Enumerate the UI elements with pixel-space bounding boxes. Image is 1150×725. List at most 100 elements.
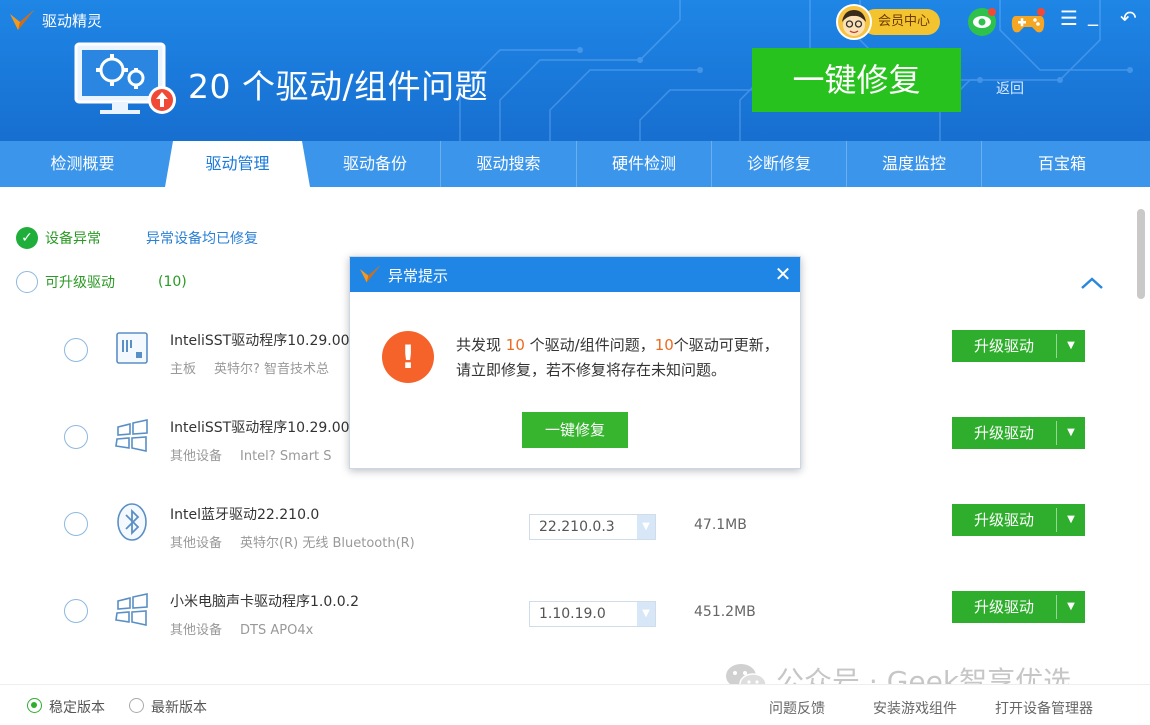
problem-count-headline: 20 个驱动/组件问题: [188, 67, 489, 106]
driver-size: 451.2MB: [694, 604, 756, 620]
upgrade-label: 升级驱动: [973, 598, 1034, 616]
stable-version-radio[interactable]: [27, 698, 42, 713]
driver-select-radio[interactable]: [64, 425, 88, 449]
logo-icon: [360, 265, 380, 283]
tab-temperature[interactable]: 温度监控: [847, 141, 981, 187]
dialog-header: 异常提示 ✕: [350, 257, 800, 292]
driver-select-radio[interactable]: [64, 512, 88, 536]
scrollbar-thumb[interactable]: [1137, 209, 1145, 299]
driver-name: InteliSST驱动程序10.29.00: [170, 420, 350, 436]
restore-icon[interactable]: ↶: [1120, 6, 1137, 30]
device-abnormal-label: 设备异常: [45, 231, 101, 247]
feedback-link[interactable]: 问题反馈: [769, 698, 825, 718]
version-value: 22.210.0.3: [539, 519, 615, 535]
warning-icon: !: [382, 331, 434, 383]
upgradable-count: (10): [158, 274, 187, 290]
vip-center-label: 会员中心: [862, 9, 941, 35]
check-icon: ✓: [16, 227, 38, 249]
msg-text: 共发现: [456, 336, 506, 354]
driver-vendor: 英特尔? 智音技术总: [214, 362, 330, 377]
driver-row: Intel蓝牙驱动22.210.0 其他设备 英特尔(R) 无线 Bluetoot…: [0, 490, 1120, 560]
avatar: [836, 4, 872, 40]
driver-vendor: Intel? Smart S: [240, 449, 332, 464]
install-game-components-link[interactable]: 安装游戏组件: [873, 698, 957, 718]
menu-icon[interactable]: ☰: [1060, 6, 1078, 30]
driver-vendor: 英特尔(R) 无线 Bluetooth(R): [240, 536, 415, 551]
device-status-row: ✓ 设备异常 异常设备均已修复: [16, 227, 258, 249]
windows-icon: [115, 593, 148, 626]
version-select[interactable]: 1.10.19.0 ▼: [529, 601, 656, 627]
chevron-down-icon[interactable]: ▼: [1057, 417, 1085, 449]
driver-select-radio[interactable]: [64, 599, 88, 623]
header: 驱动精灵 20 个驱动/组件问题 一键修复 返回 会员中心 ☰ _ ↶: [0, 0, 1150, 141]
tab-hardware-detect[interactable]: 硬件检测: [577, 141, 711, 187]
chevron-down-icon[interactable]: ▼: [1057, 504, 1085, 536]
collapse-chevron-up-icon[interactable]: [1080, 275, 1104, 291]
version-select[interactable]: 22.210.0.3 ▼: [529, 514, 656, 540]
latest-version-radio[interactable]: [129, 698, 144, 713]
upgradable-label: 可升级驱动: [45, 275, 115, 291]
alert-dialog: 异常提示 ✕ ! 共发现 10 个驱动/组件问题，10个驱动可更新，请立即修复，…: [349, 256, 801, 469]
user-face-icon: [842, 10, 866, 36]
app-name: 驱动精灵: [42, 11, 103, 30]
logo-icon: [10, 10, 34, 30]
chevron-down-icon: ▼: [637, 515, 655, 539]
driver-details: 主板 英特尔? 智音技术总: [170, 358, 329, 377]
bluetooth-icon: [117, 503, 147, 541]
tab-driver-management[interactable]: 驱动管理: [165, 141, 310, 187]
driver-details: 其他设备 英特尔(R) 无线 Bluetooth(R): [170, 532, 415, 551]
driver-details: 其他设备 DTS APO4x: [170, 619, 313, 638]
driver-size: 47.1MB: [694, 517, 747, 533]
chevron-down-icon[interactable]: ▼: [1057, 330, 1085, 362]
upgrade-driver-button[interactable]: 升级驱动 ▼: [952, 504, 1085, 536]
tab-overview[interactable]: 检测概要: [0, 141, 165, 187]
select-all-radio[interactable]: [16, 271, 38, 293]
tab-driver-search[interactable]: 驱动搜索: [441, 141, 576, 187]
tab-toolbox[interactable]: 百宝箱: [982, 141, 1142, 187]
driver-category: 其他设备: [170, 536, 223, 551]
close-icon[interactable]: ✕: [772, 263, 794, 285]
driver-name: 小米电脑声卡驱动程序1.0.0.2: [170, 594, 359, 610]
upgrade-driver-button[interactable]: 升级驱动 ▼: [952, 591, 1085, 623]
chevron-down-icon: ▼: [637, 602, 655, 626]
latest-version-label: 最新版本: [151, 700, 207, 716]
open-device-manager-link[interactable]: 打开设备管理器: [995, 698, 1093, 718]
upgrade-label: 升级驱动: [973, 337, 1034, 355]
driver-category: 其他设备: [170, 623, 223, 638]
driver-vendor: DTS APO4x: [240, 623, 314, 638]
upgrade-driver-button[interactable]: 升级驱动 ▼: [952, 417, 1085, 449]
tab-diagnose-repair[interactable]: 诊断修复: [712, 141, 846, 187]
tab-driver-backup[interactable]: 驱动备份: [310, 141, 440, 187]
driver-genius-window: 驱动精灵 20 个驱动/组件问题 一键修复 返回 会员中心 ☰ _ ↶ 检测概要…: [0, 0, 1150, 725]
windows-icon: [115, 419, 148, 452]
game-controller-icon[interactable]: [1010, 6, 1046, 38]
version-value: 1.10.19.0: [539, 606, 606, 622]
driver-name: Intel蓝牙驱动22.210.0: [170, 507, 320, 523]
chip-icon: [116, 332, 148, 364]
msg-text: 个驱动/组件问题，: [524, 336, 655, 354]
driver-details: 其他设备 Intel? Smart S: [170, 445, 332, 464]
driver-name: InteliSST驱动程序10.29.00: [170, 333, 350, 349]
driver-select-radio[interactable]: [64, 338, 88, 362]
upgrade-label: 升级驱动: [973, 511, 1034, 529]
chevron-down-icon[interactable]: ▼: [1057, 591, 1085, 623]
upgrade-driver-button[interactable]: 升级驱动 ▼: [952, 330, 1085, 362]
driver-category: 其他设备: [170, 449, 223, 464]
msg-update-count: 10: [654, 336, 674, 354]
vip-center-button[interactable]: 会员中心: [836, 4, 941, 40]
dialog-fix-button[interactable]: 一键修复: [522, 412, 628, 448]
driver-row: 小米电脑声卡驱动程序1.0.0.2 其他设备 DTS APO4x 1.10.19.…: [0, 577, 1120, 647]
dialog-title: 异常提示: [388, 267, 449, 285]
dialog-message: 共发现 10 个驱动/组件问题，10个驱动可更新，请立即修复，若不修复将存在未知…: [456, 333, 786, 383]
minimize-icon[interactable]: _: [1088, 2, 1098, 26]
security-eye-icon[interactable]: [966, 6, 998, 38]
app-logo: 驱动精灵: [8, 8, 102, 32]
stable-version-label: 稳定版本: [49, 700, 105, 716]
one-click-fix-button[interactable]: 一键修复: [752, 48, 961, 112]
main-tabs: 检测概要 驱动管理 驱动备份 驱动搜索 硬件检测 诊断修复 温度监控 百宝箱: [0, 141, 1150, 187]
back-link[interactable]: 返回: [996, 78, 1024, 98]
msg-problem-count: 10: [505, 336, 525, 354]
bottom-bar: 稳定版本 最新版本 问题反馈 安装游戏组件 打开设备管理器: [0, 684, 1150, 725]
upgrade-label: 升级驱动: [973, 424, 1034, 442]
upgradable-header-row: 可升级驱动 (10): [16, 271, 187, 293]
